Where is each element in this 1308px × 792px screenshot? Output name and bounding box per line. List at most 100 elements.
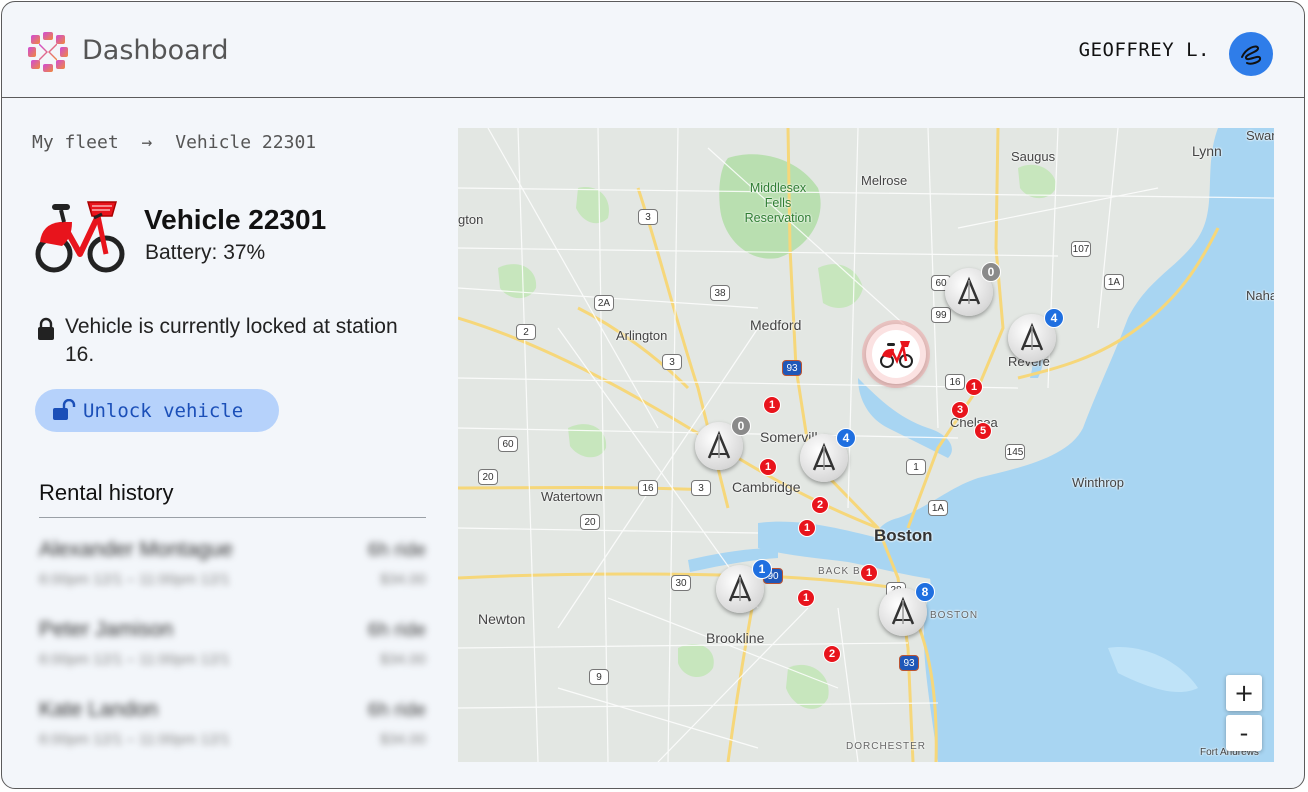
route-shield: 93 [782, 360, 802, 376]
place-label: Lynn [1192, 143, 1222, 159]
zoom-in-button[interactable]: + [1226, 675, 1262, 711]
rental-time: 6:00pm 12/1 – 11:00pm 12/1 [39, 651, 230, 668]
route-shield: 3 [691, 480, 711, 496]
route-shield: 107 [1071, 241, 1091, 257]
rental-duration: 6h ride [367, 620, 426, 641]
user-avatar[interactable] [1229, 32, 1273, 76]
station-marker[interactable]: 4 [800, 428, 856, 482]
breadcrumb-my-fleet[interactable]: My fleet [32, 132, 119, 153]
breadcrumb-arrow-icon: → [141, 132, 153, 153]
unlock-vehicle-label: Unlock vehicle [83, 400, 244, 422]
dock-icon [1020, 322, 1044, 351]
rental-time: 6:00pm 12/1 – 11:00pm 12/1 [39, 571, 230, 588]
station-count-badge: 1 [752, 559, 772, 579]
rental-price: $34.00 [380, 651, 426, 668]
route-shield: 9 [589, 669, 609, 685]
red-bike-icon [880, 341, 913, 368]
place-label: Swan [1246, 128, 1274, 143]
route-shield: 16 [945, 374, 965, 390]
route-shield: 3 [638, 209, 658, 225]
station-marker[interactable]: 0 [945, 262, 1001, 316]
dock-icon [812, 442, 836, 471]
lock-status-text: Vehicle is currently locked at station 1… [65, 315, 398, 366]
route-shield: 3 [662, 354, 682, 370]
place-label: Brookline [706, 630, 765, 646]
park-label: Middlesex Fells Reservation [744, 181, 812, 225]
rental-duration: 6h ride [367, 700, 426, 721]
station-marker[interactable]: 0 [695, 416, 751, 470]
lock-icon [38, 317, 54, 340]
red-bike-icon [35, 201, 125, 273]
place-label: Saugus [1011, 149, 1056, 164]
place-label: DORCHESTER [846, 741, 927, 752]
dock-icon [891, 596, 915, 625]
current-vehicle-marker[interactable] [866, 324, 926, 384]
scribble-icon [1241, 45, 1262, 65]
route-shield: 38 [710, 285, 730, 301]
station-marker[interactable]: 1 [716, 559, 772, 613]
route-shield: 30 [671, 575, 691, 591]
route-shield: 93 [899, 655, 919, 671]
route-shield: 20 [580, 514, 600, 530]
route-shield: 20 [478, 469, 498, 485]
dock-icon [728, 573, 752, 602]
place-label: Boston [874, 526, 933, 545]
route-shield: 145 [1005, 444, 1025, 460]
station-count-badge: 0 [981, 262, 1001, 282]
place-label: Nahan [1246, 288, 1274, 303]
vehicle-title: Vehicle 22301 [144, 204, 327, 235]
station-marker[interactable]: 8 [879, 582, 935, 636]
list-item[interactable]: Alexander Montague 6:00pm 12/1 – 11:00pm… [39, 538, 426, 618]
rental-marker[interactable]: 1 [759, 458, 777, 476]
list-item[interactable]: Kate Landon 6:00pm 12/1 – 11:00pm 12/1 6… [39, 698, 426, 778]
breadcrumb: My fleet → Vehicle 22301 [32, 132, 328, 153]
route-shield: 1 [906, 459, 926, 475]
divider [39, 517, 426, 518]
rental-duration: 6h ride [367, 540, 426, 561]
renter-name: Alexander Montague [39, 538, 233, 561]
station-marker[interactable]: 4 [1008, 308, 1064, 362]
top-bar: Dashboard GEOFFREY L. [2, 2, 1304, 98]
rental-marker[interactable]: 1 [763, 396, 781, 414]
vehicle-panel: My fleet → Vehicle 22301 Vehicle 22301 B… [2, 98, 457, 788]
app-title: Dashboard [82, 35, 229, 66]
rental-marker[interactable]: 1 [797, 589, 815, 607]
map-base [458, 128, 1274, 762]
place-label: Newton [478, 611, 526, 627]
place-label: Watertown [541, 489, 603, 504]
rental-marker[interactable]: 2 [811, 496, 829, 514]
rental-marker[interactable]: 2 [823, 645, 841, 663]
unlock-vehicle-button[interactable]: Unlock vehicle [35, 389, 279, 432]
battery-level: Battery: 37% [145, 241, 266, 264]
rental-marker[interactable]: 1 [798, 519, 816, 537]
place-label: Cambridge [732, 479, 801, 495]
rental-price: $34.00 [380, 571, 426, 588]
rental-marker[interactable]: 1 [965, 378, 983, 396]
route-shield: 2 [516, 324, 536, 340]
route-shield: 60 [498, 436, 518, 452]
user-name[interactable]: GEOFFREY L. [1079, 39, 1210, 61]
zoom-out-button[interactable]: - [1226, 715, 1262, 751]
fleet-map[interactable]: Saugus Lynn Swan Melrose Middlesex Fells… [458, 128, 1274, 762]
dock-icon [957, 276, 981, 305]
station-count-badge: 0 [731, 416, 751, 436]
place-label: Medford [750, 317, 802, 333]
place-label: Melrose [861, 173, 908, 188]
rental-marker[interactable]: 5 [974, 422, 992, 440]
rental-time: 6:00pm 12/1 – 11:00pm 12/1 [39, 731, 230, 748]
unlock-icon [53, 399, 76, 420]
rental-marker[interactable]: 3 [951, 401, 969, 419]
place-label: BOSTON [930, 610, 979, 621]
route-shield: 99 [931, 307, 951, 323]
rental-price: $34.00 [380, 731, 426, 748]
route-shield: 2A [594, 295, 614, 311]
place-label: gton [458, 212, 484, 227]
current-vehicle-marker-inner [872, 330, 920, 378]
breadcrumb-current: Vehicle 22301 [175, 132, 317, 153]
list-item[interactable]: Peter Jamison 6:00pm 12/1 – 11:00pm 12/1… [39, 618, 426, 698]
dock-icon [707, 430, 731, 459]
renter-name: Peter Jamison [39, 618, 174, 641]
route-shield: 16 [638, 480, 658, 496]
rental-marker[interactable]: 1 [860, 564, 878, 582]
rental-history-list: Alexander Montague 6:00pm 12/1 – 11:00pm… [39, 538, 426, 778]
